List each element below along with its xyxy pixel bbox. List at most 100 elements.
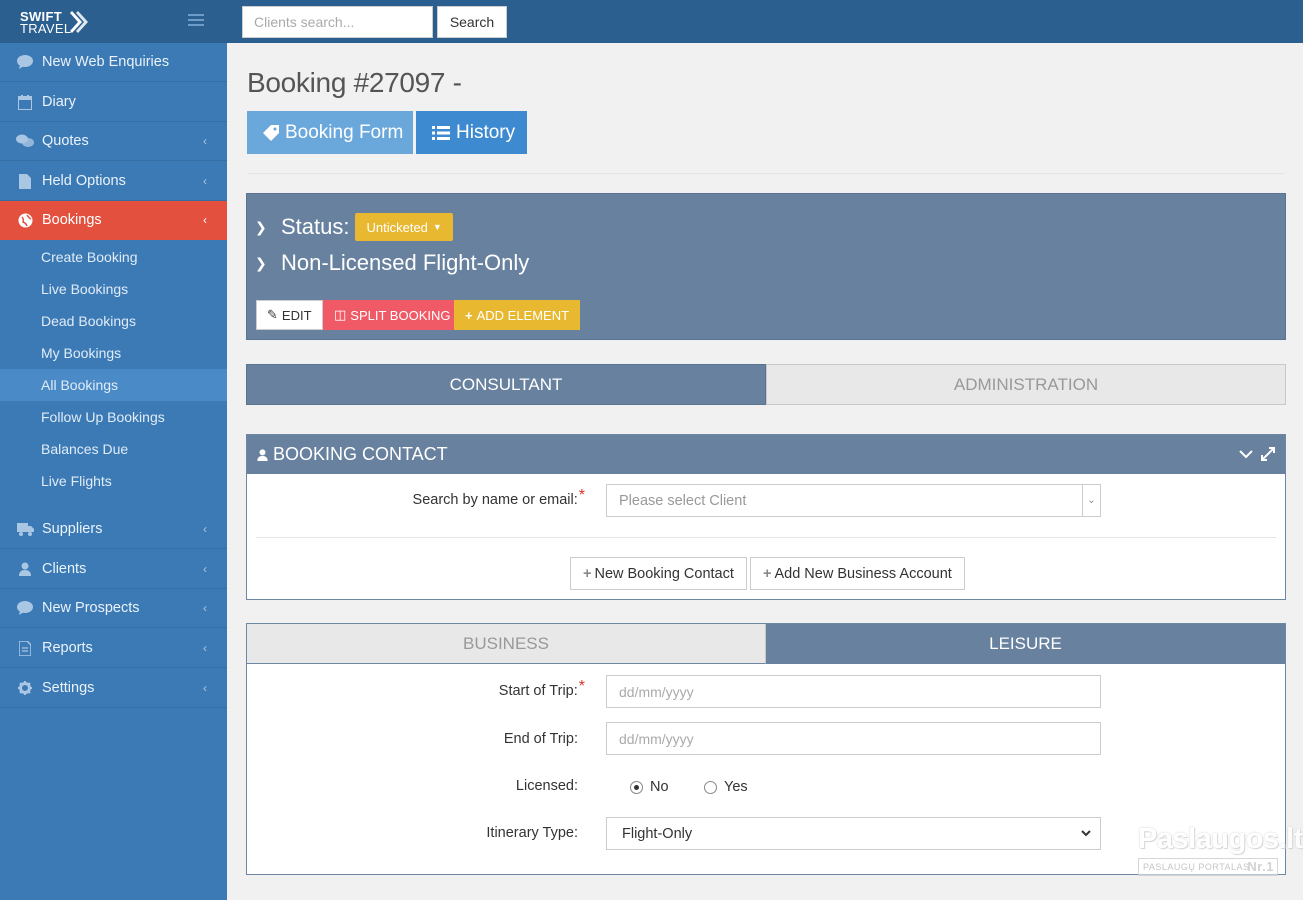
add-element-button[interactable]: + ADD ELEMENT: [454, 300, 581, 330]
chevron-left-icon: ‹: [203, 174, 207, 188]
bookings-subnav: Create Booking Live Bookings Dead Bookin…: [0, 241, 227, 497]
subnav-balances-due[interactable]: Balances Due: [0, 433, 227, 465]
tab-consultant[interactable]: CONSULTANT: [246, 364, 766, 405]
start-of-trip-label-text: Start of Trip:: [498, 683, 578, 699]
gear-icon: [16, 680, 34, 696]
subnav-live-flights[interactable]: Live Flights: [0, 465, 227, 497]
radio-no[interactable]: [630, 780, 643, 794]
file-icon: [16, 173, 34, 189]
nav-diary[interactable]: Diary: [0, 83, 227, 122]
nav-new-web-enquiries[interactable]: New Web Enquiries: [0, 43, 227, 82]
plus-icon: +: [763, 565, 772, 582]
watermark-logo: Paslaugos.lt: [1138, 823, 1303, 855]
truck-icon: [16, 521, 34, 537]
logo[interactable]: SWIFT TRAVEL: [20, 9, 90, 36]
new-booking-contact-button[interactable]: + New Booking Contact: [570, 557, 747, 590]
watermark-nr: Nr.1: [1247, 859, 1274, 874]
globe-icon: [16, 212, 34, 228]
split-booking-button[interactable]: ◫ SPLIT BOOKING: [323, 300, 462, 330]
booking-form-tab[interactable]: Booking Form: [247, 111, 413, 154]
booking-contact-title: BOOKING CONTACT: [273, 444, 448, 464]
subnav-live-bookings[interactable]: Live Bookings: [0, 273, 227, 305]
end-of-trip-label: End of Trip:: [503, 731, 578, 747]
edit-label: EDIT: [281, 307, 312, 323]
nav-bookings[interactable]: Bookings ‹: [0, 201, 227, 240]
expand-icon[interactable]: [1261, 447, 1275, 461]
history-tab[interactable]: History: [416, 111, 527, 154]
edit-button[interactable]: ✎ EDIT: [256, 300, 323, 330]
required-marker: *: [578, 678, 585, 695]
chevron-right-icon[interactable]: ❯: [255, 255, 281, 272]
paslaugos-watermark: Paslaugos.lt PASLAUGŲ PORTALAS Nr.1: [1138, 823, 1303, 879]
chevron-down-icon: ⌄: [1082, 485, 1100, 516]
add-business-account-button[interactable]: + Add New Business Account: [750, 557, 965, 590]
divider: [256, 537, 1276, 538]
booking-contact-panel: BOOKING CONTACT Search by name or email:…: [246, 434, 1286, 600]
itinerary-type-select[interactable]: Flight-Only: [606, 817, 1101, 850]
search-button[interactable]: Search: [437, 6, 507, 38]
required-marker: *: [578, 487, 585, 504]
subnav-all-bookings[interactable]: All Bookings: [0, 369, 227, 401]
chevron-left-icon: ‹: [203, 641, 207, 655]
subnav-dead-bookings[interactable]: Dead Bookings: [0, 305, 227, 337]
client-select-placeholder: Please select Client: [619, 492, 747, 509]
subnav-create-booking[interactable]: Create Booking: [0, 241, 227, 273]
main-content: Booking #27097 - Booking Form History ❯ …: [227, 43, 1303, 900]
file-text-icon: [16, 640, 34, 656]
logo-arrow-icon: [70, 11, 88, 33]
panel-tools: [1239, 447, 1275, 461]
tag-icon: [263, 124, 279, 141]
chevron-left-icon: ‹: [203, 601, 207, 615]
columns-icon: ◫: [334, 307, 347, 322]
nav-reports[interactable]: Reports ‹: [0, 629, 227, 668]
nav-quotes[interactable]: Quotes ‹: [0, 122, 227, 161]
menu-toggle-icon[interactable]: [188, 14, 204, 28]
status-panel: ❯ Status: Unticketed ▼ ❯ Non-Licensed Fl…: [246, 193, 1286, 340]
subnav-my-bookings[interactable]: My Bookings: [0, 337, 227, 369]
add-label: ADD ELEMENT: [476, 307, 570, 323]
tab-administration[interactable]: ADMINISTRATION: [766, 364, 1286, 405]
tab-business[interactable]: BUSINESS: [247, 624, 766, 664]
itinerary-type-label: Itinerary Type:: [486, 825, 578, 841]
nav-label: Suppliers: [42, 521, 103, 537]
chevron-left-icon: ‹: [203, 681, 207, 695]
clients-search-input[interactable]: [242, 6, 433, 38]
status-row: ❯ Status: Unticketed ▼: [255, 213, 453, 241]
user-icon: [257, 448, 268, 461]
nav-label: Settings: [42, 680, 95, 696]
booking-type: Non-Licensed Flight-Only: [281, 250, 530, 275]
search-client-label-text: Search by name or email:: [412, 492, 578, 508]
nav-settings[interactable]: Settings ‹: [0, 669, 227, 708]
chevron-left-icon: ‹: [203, 213, 207, 227]
radio-yes[interactable]: [704, 780, 717, 794]
itinerary-type-value: Flight-Only: [622, 825, 693, 842]
subnav-follow-up-bookings[interactable]: Follow Up Bookings: [0, 401, 227, 433]
nav-label: Clients: [42, 561, 87, 577]
nav-held-options[interactable]: Held Options ‹: [0, 162, 227, 201]
start-of-trip-input[interactable]: [606, 675, 1101, 708]
booking-contact-header: BOOKING CONTACT: [247, 435, 1285, 474]
chevron-right-icon[interactable]: ❯: [255, 219, 281, 236]
licensed-no-label: No: [650, 779, 669, 795]
chevron-down-icon: [1081, 830, 1091, 837]
nav-label: Reports: [42, 640, 93, 656]
watermark-sub-text: PASLAUGŲ PORTALAS: [1143, 862, 1250, 872]
chevron-down-icon[interactable]: [1239, 447, 1253, 461]
chevron-left-icon: ‹: [203, 522, 207, 536]
licensed-yes-option[interactable]: Yes: [704, 779, 748, 795]
nav-new-prospects[interactable]: New Prospects ‹: [0, 589, 227, 628]
comments-icon: [16, 133, 34, 149]
add-business-account-label: Add New Business Account: [774, 565, 952, 582]
licensed-no-option[interactable]: No: [630, 779, 669, 795]
tab-leisure[interactable]: LEISURE: [766, 624, 1285, 664]
nav-suppliers[interactable]: Suppliers ‹: [0, 510, 227, 549]
status-dropdown[interactable]: Unticketed ▼: [355, 213, 453, 241]
nav-label: Held Options: [42, 173, 126, 189]
comment-icon: [16, 54, 34, 70]
list-icon: [432, 125, 450, 140]
end-of-trip-input[interactable]: [606, 722, 1101, 755]
client-select[interactable]: Please select Client ⌄: [606, 484, 1101, 517]
nav-clients[interactable]: Clients ‹: [0, 550, 227, 589]
topbar: Search: [227, 0, 1303, 43]
licensed-yes-label: Yes: [724, 779, 748, 795]
